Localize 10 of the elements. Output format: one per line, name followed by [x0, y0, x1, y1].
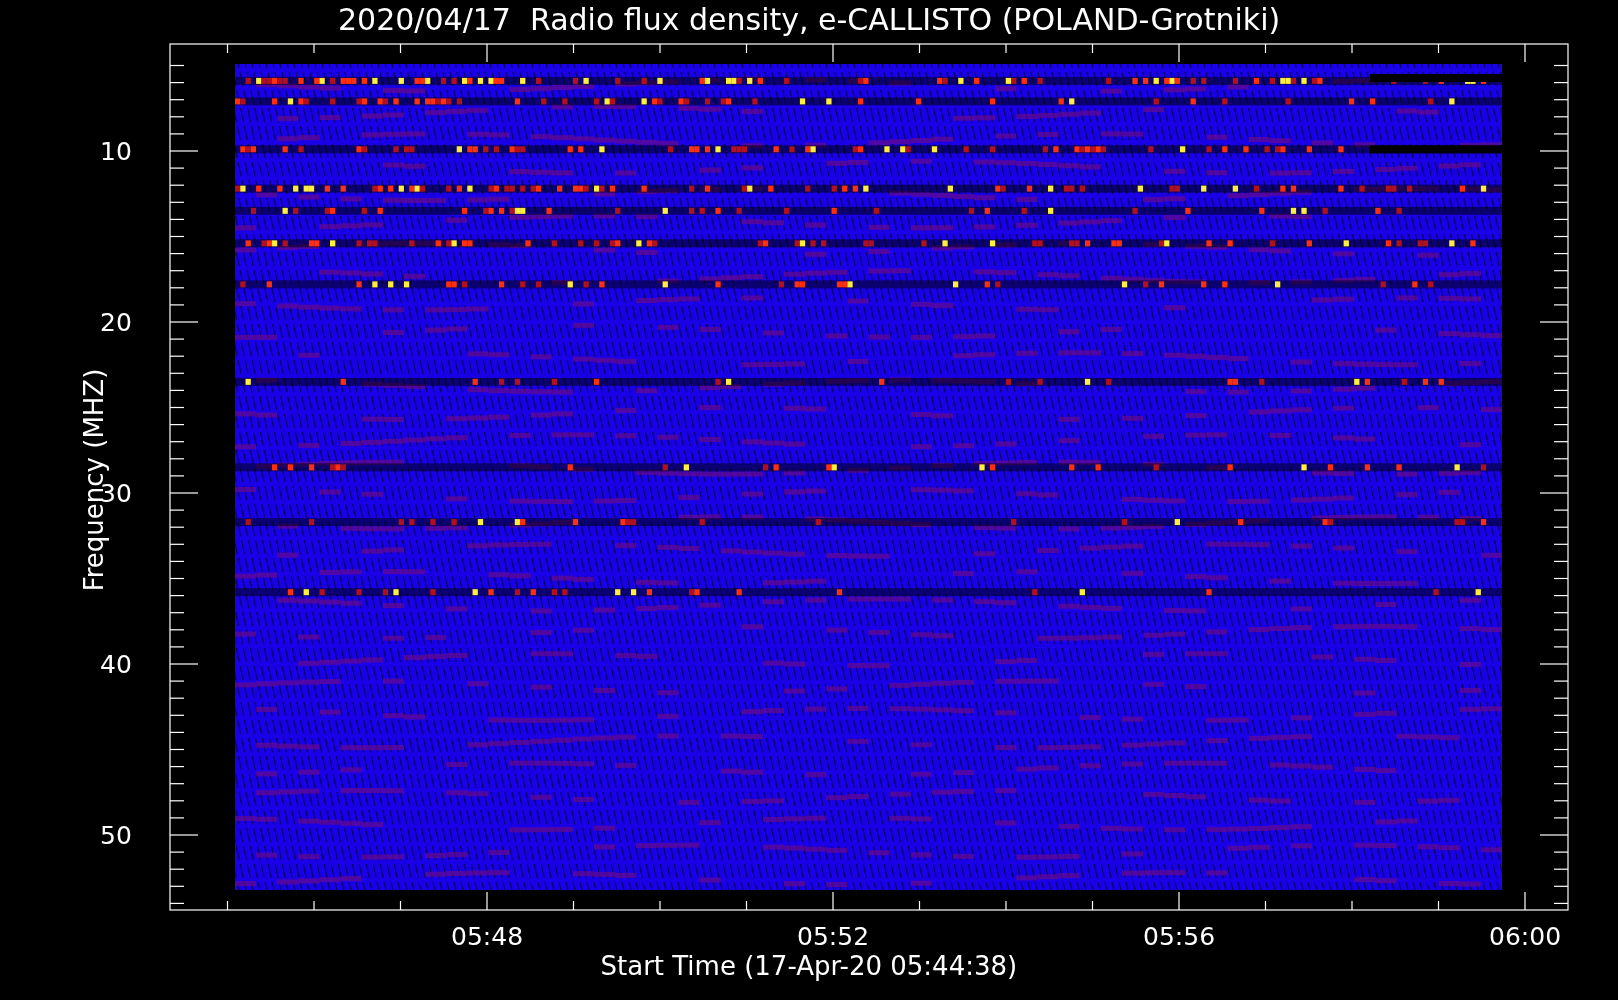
y-tick-label: 40 — [100, 651, 132, 677]
chart-title: 2020/04/17 Radio flux density, e-CALLISTO (POLAND-Grotniki) — [338, 5, 1281, 35]
x-tick-label: 05:48 — [451, 923, 524, 949]
x-tick-label: 05:52 — [797, 923, 870, 949]
y-tick-label: 50 — [100, 822, 132, 848]
y-tick-label: 20 — [100, 309, 132, 335]
y-tick-label: 10 — [100, 138, 132, 164]
x-tick-label: 06:00 — [1489, 923, 1562, 949]
x-axis-label: Start Time (17-Apr-20 05:44:38) — [600, 953, 1018, 979]
x-tick-label: 05:56 — [1143, 923, 1216, 949]
